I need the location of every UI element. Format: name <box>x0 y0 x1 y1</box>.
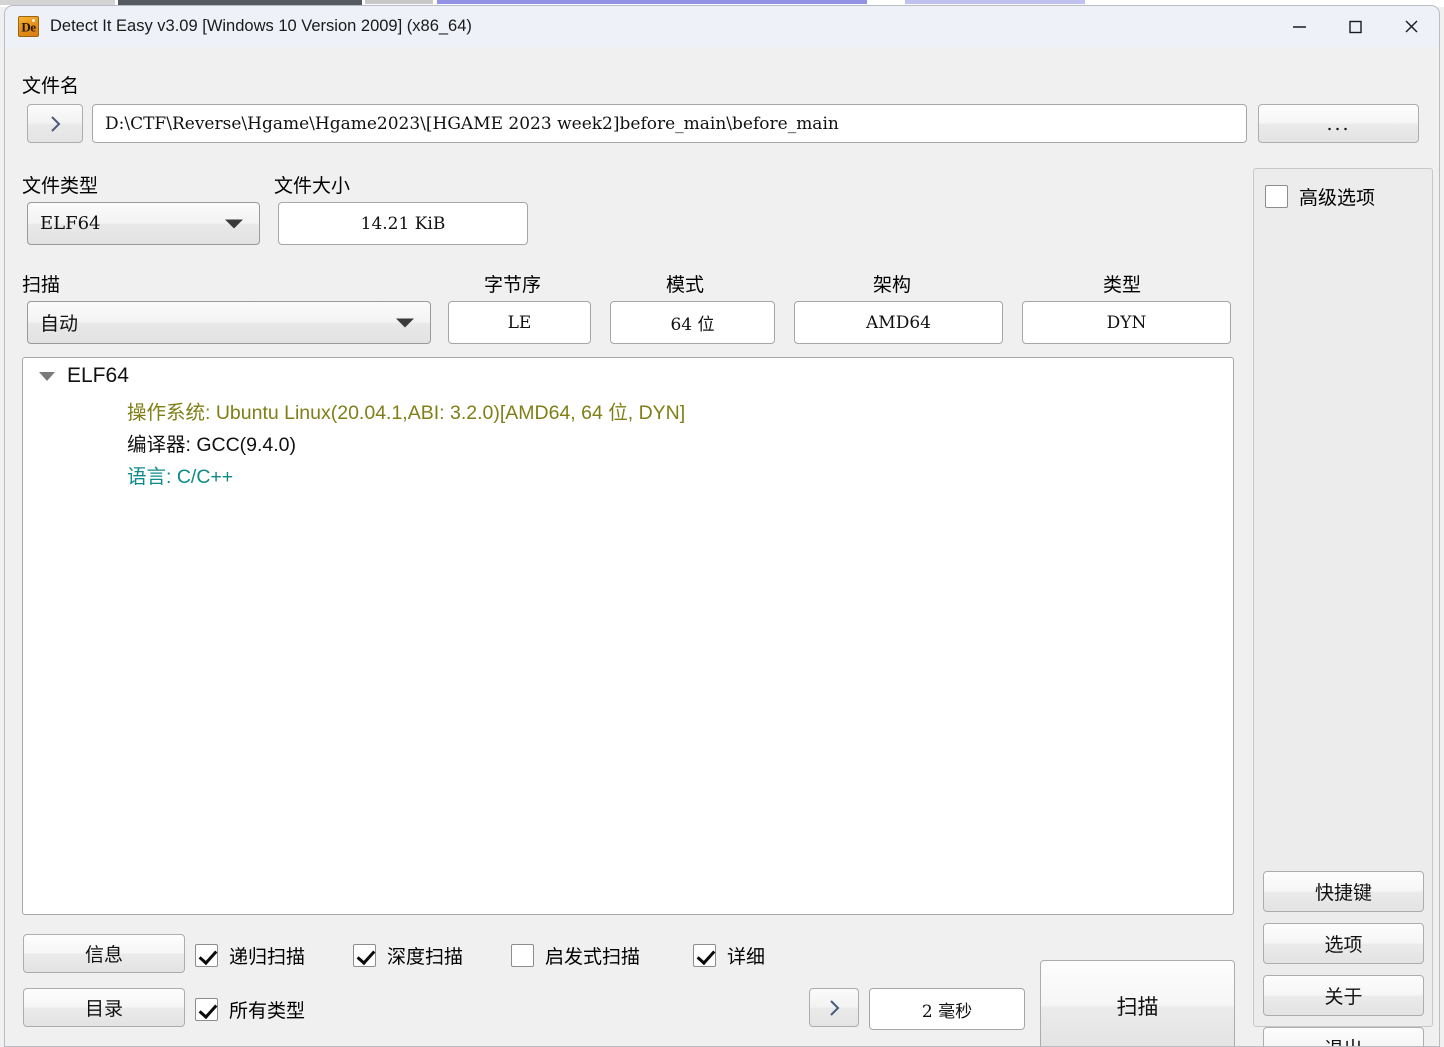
type-value: DYN <box>1106 312 1147 333</box>
arch-label: 架构 <box>873 275 912 296</box>
exit-button[interactable]: 退出 <box>1263 1027 1424 1046</box>
about-button[interactable]: 关于 <box>1263 975 1424 1016</box>
arch-field[interactable]: AMD64 <box>794 301 1003 344</box>
tree-row-os[interactable]: 操作系统: Ubuntu Linux(20.04.1,ABI: 3.2.0)[A… <box>127 396 685 425</box>
tree-root-label: ELF64 <box>67 364 129 387</box>
scan-time-value: 2 毫秒 <box>921 1001 973 1022</box>
minimize-icon[interactable] <box>1271 6 1327 47</box>
tree-root-item[interactable]: ELF64 <box>39 364 129 388</box>
scan-mode-combo[interactable]: 自动 <box>27 301 431 344</box>
checkbox-box <box>511 944 534 967</box>
tree-row-compiler[interactable]: 编译器: GCC(9.4.0) <box>127 428 296 457</box>
shortcuts-button[interactable]: 快捷键 <box>1263 871 1424 912</box>
filesize-field[interactable]: 14.21 KiB <box>278 202 528 245</box>
scan-mode-value: 自动 <box>40 314 79 335</box>
triangle-down-icon[interactable] <box>39 371 55 381</box>
endianness-label: 字节序 <box>484 275 542 296</box>
window-title: Detect It Easy v3.09 [Windows 10 Version… <box>50 17 472 35</box>
die-app-icon: De <box>18 16 39 37</box>
maximize-icon[interactable] <box>1327 6 1383 47</box>
scan-results-tree[interactable]: ELF64 操作系统: Ubuntu Linux(20.04.1,ABI: 3.… <box>22 357 1234 915</box>
mode-field[interactable]: 64 位 <box>610 301 775 344</box>
checkbox-label: 深度扫描 <box>387 947 464 968</box>
filetype-label: 文件类型 <box>22 176 99 197</box>
title-bar: De Detect It Easy v3.09 [Windows 10 Vers… <box>5 6 1439 47</box>
window-controls <box>1271 6 1439 47</box>
info-button[interactable]: 信息 <box>23 934 185 973</box>
options-button[interactable]: 选项 <box>1263 923 1424 964</box>
scan-time-field[interactable]: 2 毫秒 <box>869 988 1025 1030</box>
endianness-field[interactable]: LE <box>448 301 591 344</box>
type-label: 类型 <box>1103 275 1142 296</box>
filesize-label: 文件大小 <box>274 176 351 197</box>
close-icon[interactable] <box>1383 6 1439 47</box>
checkbox-all-types[interactable]: 所有类型 <box>195 996 305 1023</box>
checkbox-label: 启发式扫描 <box>545 947 641 968</box>
main-window: De Detect It Easy v3.09 [Windows 10 Vers… <box>4 5 1440 1047</box>
window-content: 文件名 D:\CTF\Reverse\Hgame\Hgame2023\[HGAM… <box>5 47 1439 1046</box>
scan-button[interactable]: 扫描 <box>1040 960 1235 1046</box>
file-path-field[interactable]: D:\CTF\Reverse\Hgame\Hgame2023\[HGAME 20… <box>92 104 1247 143</box>
checkbox-label: 所有类型 <box>229 1001 306 1022</box>
mode-value: 64 位 <box>670 315 715 335</box>
checkbox-label: 详细 <box>727 947 766 968</box>
sidebar-panel: 高级选项 快捷键 选项 关于 退出 <box>1253 168 1433 1046</box>
scan-label: 扫描 <box>22 275 61 296</box>
checkbox-heuristic-scan[interactable]: 启发式扫描 <box>511 942 640 969</box>
checkbox-label: 递归扫描 <box>229 947 306 968</box>
filetype-combo[interactable]: ELF64 <box>27 202 260 245</box>
file-path-value: D:\CTF\Reverse\Hgame\Hgame2023\[HGAME 20… <box>105 113 839 134</box>
checkbox-advanced-options[interactable]: 高级选项 <box>1265 183 1375 210</box>
app-icon-text: De <box>21 19 36 34</box>
checkmark-icon <box>693 944 716 967</box>
filesize-value: 14.21 KiB <box>360 213 446 234</box>
filetype-value: ELF64 <box>40 213 101 234</box>
directory-button[interactable]: 目录 <box>23 988 185 1027</box>
filename-expand-button[interactable] <box>27 104 83 143</box>
checkmark-icon <box>353 944 376 967</box>
checkbox-verbose[interactable]: 详细 <box>693 942 765 969</box>
checkmark-icon <box>195 998 218 1021</box>
mode-label: 模式 <box>666 275 705 296</box>
filename-label: 文件名 <box>22 76 80 97</box>
type-field[interactable]: DYN <box>1022 301 1231 344</box>
checkbox-label: 高级选项 <box>1299 188 1376 209</box>
tree-row-language[interactable]: 语言: C/C++ <box>127 460 233 489</box>
checkmark-icon <box>195 944 218 967</box>
arch-value: AMD64 <box>866 312 931 333</box>
chevron-down-icon <box>396 318 414 327</box>
chevron-down-icon <box>225 219 243 228</box>
checkbox-deep-scan[interactable]: 深度扫描 <box>353 942 463 969</box>
endianness-value: LE <box>507 312 532 333</box>
browse-button[interactable]: ... <box>1258 104 1419 143</box>
checkbox-recursive-scan[interactable]: 递归扫描 <box>195 942 305 969</box>
time-expand-button[interactable] <box>809 988 859 1027</box>
checkbox-box <box>1265 185 1288 208</box>
